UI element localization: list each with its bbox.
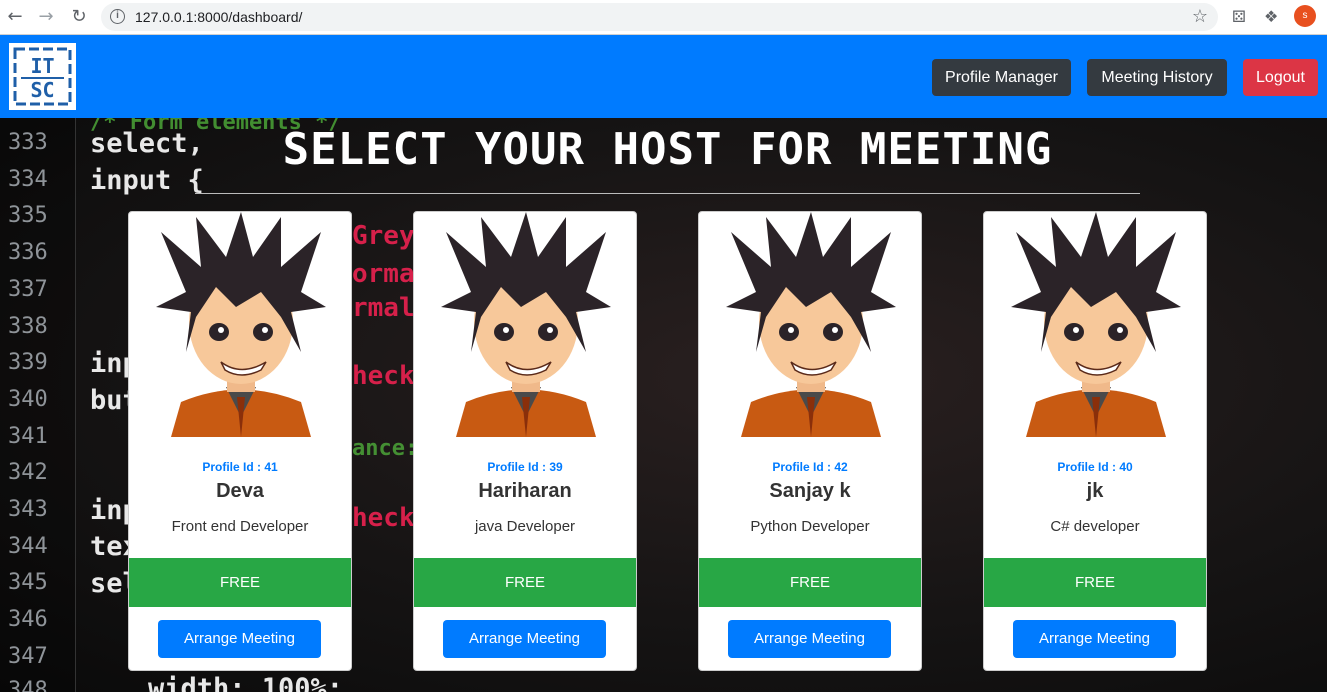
host-role: Front end Developer bbox=[171, 518, 309, 535]
logo-text-top: IT bbox=[30, 54, 54, 78]
host-name: Hariharan bbox=[478, 480, 572, 502]
line-number: 336 bbox=[8, 240, 48, 265]
profile-id: Profile Id : 39 bbox=[487, 460, 563, 474]
info-icon[interactable]: i bbox=[110, 9, 125, 24]
title-divider bbox=[195, 193, 1140, 194]
status-badge: FREE bbox=[984, 558, 1206, 607]
line-number: 348 bbox=[8, 678, 48, 692]
bookmark-star-icon[interactable]: ☆ bbox=[1192, 6, 1208, 27]
line-number: 346 bbox=[8, 607, 48, 632]
line-number: 333 bbox=[8, 130, 48, 155]
status-badge: FREE bbox=[699, 558, 921, 607]
host-card: Profile Id : 40 jk C# developer FREE Arr… bbox=[983, 211, 1207, 671]
host-card: Profile Id : 42 Sanjay k Python Develope… bbox=[698, 211, 922, 671]
code-token: heck bbox=[352, 503, 415, 533]
line-number: 340 bbox=[8, 387, 48, 412]
host-avatar bbox=[996, 212, 1196, 437]
extension-icon[interactable]: ⚄ bbox=[1232, 7, 1246, 26]
puzzle-icon[interactable]: ❖ bbox=[1264, 7, 1278, 26]
line-number: 339 bbox=[8, 350, 48, 375]
app-navbar: IT SC Profile Manager Meeting History Lo… bbox=[0, 35, 1327, 118]
line-number: 337 bbox=[8, 277, 48, 302]
code-token: rmal bbox=[352, 293, 415, 323]
host-name: Sanjay k bbox=[769, 480, 851, 502]
code-token: orma bbox=[352, 259, 415, 289]
arrange-meeting-button[interactable]: Arrange Meeting bbox=[1013, 620, 1176, 658]
arrange-meeting-button[interactable]: Arrange Meeting bbox=[443, 620, 606, 658]
line-number: 342 bbox=[8, 460, 48, 485]
host-name: jk bbox=[1086, 480, 1104, 502]
line-number: 345 bbox=[8, 570, 48, 595]
itsc-logo[interactable]: IT SC bbox=[9, 43, 76, 110]
logout-button[interactable]: Logout bbox=[1243, 59, 1318, 96]
line-number: 344 bbox=[8, 534, 48, 559]
profile-id: Profile Id : 41 bbox=[202, 460, 278, 474]
host-role: C# developer bbox=[1050, 518, 1140, 535]
profile-id: Profile Id : 40 bbox=[1057, 460, 1133, 474]
browser-toolbar: ← → ↻ i 127.0.0.1:8000/dashboard/ ☆ ⚄ ❖ … bbox=[0, 0, 1327, 35]
status-badge: FREE bbox=[129, 558, 351, 607]
code-token: heck bbox=[352, 361, 415, 391]
profile-id: Profile Id : 42 bbox=[772, 460, 848, 474]
line-number: 347 bbox=[8, 644, 48, 669]
reload-icon[interactable]: ↻ bbox=[68, 6, 90, 28]
line-number: 341 bbox=[8, 424, 48, 449]
profile-avatar[interactable]: s bbox=[1294, 5, 1316, 27]
host-avatar bbox=[711, 212, 911, 437]
line-number: 338 bbox=[8, 314, 48, 339]
arrange-meeting-button[interactable]: Arrange Meeting bbox=[728, 620, 891, 658]
logo-mark: IT SC bbox=[13, 47, 72, 106]
host-avatar bbox=[141, 212, 341, 437]
host-card: Profile Id : 39 Hariharan java Developer… bbox=[413, 211, 637, 671]
logo-text-bottom: SC bbox=[30, 78, 54, 102]
host-name: Deva bbox=[216, 480, 264, 502]
line-number-gutter: 333 334 335 336 337 338 339 340 341 342 … bbox=[0, 118, 76, 692]
line-number: 334 bbox=[8, 167, 48, 192]
address-bar[interactable]: i 127.0.0.1:8000/dashboard/ ☆ bbox=[101, 3, 1218, 31]
page-title: SELECT YOUR HOST FOR MEETING bbox=[282, 124, 1053, 175]
code-token: Grey bbox=[352, 221, 415, 251]
line-number: 335 bbox=[8, 203, 48, 228]
meeting-history-button[interactable]: Meeting History bbox=[1087, 59, 1227, 96]
url-text[interactable]: 127.0.0.1:8000/dashboard/ bbox=[135, 9, 302, 25]
code-line: width: 100%; bbox=[148, 673, 344, 692]
code-token: ance: bbox=[352, 436, 419, 461]
host-role: Python Developer bbox=[750, 518, 870, 535]
code-line: input { bbox=[90, 165, 204, 196]
profile-manager-button[interactable]: Profile Manager bbox=[932, 59, 1071, 96]
status-badge: FREE bbox=[414, 558, 636, 607]
arrange-meeting-button[interactable]: Arrange Meeting bbox=[158, 620, 321, 658]
host-card: Profile Id : 41 Deva Front end Developer… bbox=[128, 211, 352, 671]
line-number: 343 bbox=[8, 497, 48, 522]
forward-icon[interactable]: → bbox=[35, 6, 57, 28]
host-role: java Developer bbox=[474, 518, 576, 535]
back-icon[interactable]: ← bbox=[4, 6, 26, 28]
host-avatar bbox=[426, 212, 626, 437]
